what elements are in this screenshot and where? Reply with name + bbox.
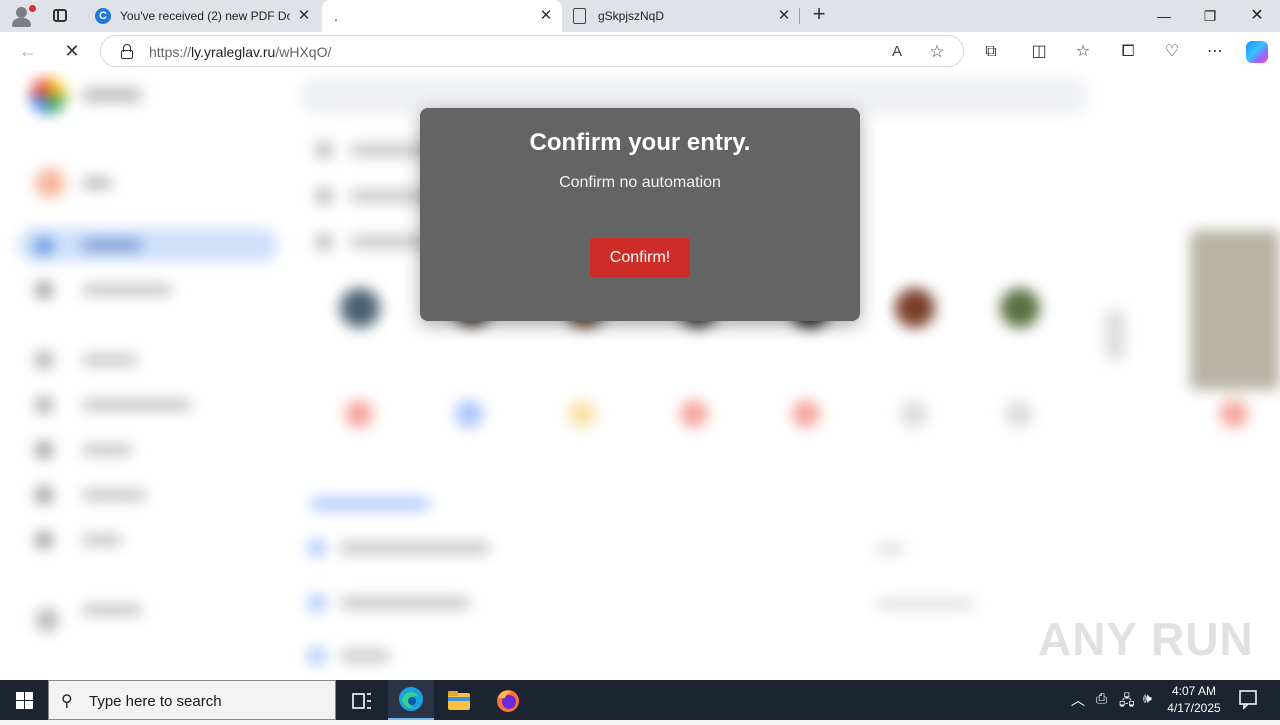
extensions-icon[interactable]: ⧉: [980, 41, 1002, 63]
close-tab-icon[interactable]: ✕: [776, 8, 792, 24]
favorites-icon[interactable]: ☆: [1072, 41, 1094, 63]
tab-title: .: [334, 8, 338, 24]
tab-active[interactable]: . ✕: [322, 0, 562, 32]
collections-icon[interactable]: ⧠: [1117, 41, 1139, 63]
edge-taskbar-icon[interactable]: [388, 680, 434, 720]
network-icon[interactable]: 🖧: [1119, 690, 1135, 714]
dialog-title: Confirm your entry.: [529, 129, 751, 156]
page-icon: [573, 8, 586, 24]
profile-icon[interactable]: [8, 3, 36, 29]
taskbar-search-box[interactable]: ⚲ Type here to search: [48, 680, 336, 720]
windows-logo-icon: [16, 692, 33, 709]
start-button[interactable]: [0, 680, 48, 720]
task-view-icon[interactable]: [340, 684, 384, 720]
browser-essentials-icon[interactable]: ♡: [1161, 41, 1183, 63]
firefox-icon[interactable]: [486, 684, 530, 720]
lock-icon[interactable]: [121, 44, 133, 59]
minimize-button[interactable]: —: [1152, 4, 1176, 28]
dialog-subtitle: Confirm no automation: [559, 174, 721, 191]
anyrun-watermark: ANY RUN: [1038, 613, 1254, 665]
notifications-icon[interactable]: [1234, 682, 1264, 718]
site-favicon-icon: C: [95, 8, 111, 24]
tab-divider: [799, 8, 800, 24]
meet-now-icon[interactable]: ⎙: [1096, 690, 1107, 707]
copilot-icon[interactable]: [1246, 41, 1268, 63]
tab-actions-icon[interactable]: [48, 5, 72, 27]
settings-more-icon[interactable]: ⋯: [1204, 41, 1226, 63]
confirm-button[interactable]: Confirm!: [590, 238, 690, 277]
restore-button[interactable]: ❐: [1198, 4, 1222, 28]
file-explorer-icon[interactable]: [437, 684, 481, 720]
clock-date: 4/17/2025: [1167, 701, 1221, 715]
close-tab-icon[interactable]: ✕: [296, 8, 312, 24]
stop-loading-button[interactable]: ✕: [60, 39, 84, 63]
back-button[interactable]: ←: [16, 39, 40, 63]
read-aloud-icon[interactable]: A: [887, 42, 907, 62]
browser-tab-strip: C You've received (2) new PDF Doc ✕ . ✕ …: [0, 0, 1280, 32]
show-hidden-icons-icon[interactable]: ︿: [1071, 690, 1085, 710]
tab-title: gSkpjszNqD: [598, 9, 665, 23]
tab-title: You've received (2) new PDF Doc: [120, 9, 290, 23]
browser-toolbar: ← ✕ https://ly.yraleglav.ru/wHXqO/ A ☆ ⧉…: [0, 32, 1280, 70]
windows-taskbar: ⚲ Type here to search ︿ ⎙ 🖧 🕪 4:07 AM 4/…: [0, 680, 1280, 720]
tab-pdf-document[interactable]: C You've received (2) new PDF Doc ✕: [84, 0, 320, 32]
url-text[interactable]: https://ly.yraleglav.ru/wHXqO/: [149, 44, 331, 60]
favorite-star-icon[interactable]: ☆: [927, 42, 947, 62]
tab-gskpjsznqd[interactable]: gSkpjszNqD ✕: [564, 0, 800, 32]
close-window-button[interactable]: ✕: [1245, 4, 1269, 28]
volume-icon[interactable]: 🕪: [1143, 690, 1152, 707]
close-tab-icon[interactable]: ✕: [538, 8, 554, 24]
search-placeholder: Type here to search: [89, 693, 222, 710]
clock-time: 4:07 AM: [1171, 684, 1217, 698]
search-icon: ⚲: [61, 693, 73, 710]
address-bar[interactable]: https://ly.yraleglav.ru/wHXqO/ A ☆: [100, 35, 964, 67]
captcha-confirm-dialog: Confirm your entry. Confirm no automatio…: [420, 108, 860, 321]
new-tab-button[interactable]: +: [808, 3, 830, 26]
system-clock[interactable]: 4:07 AM 4/17/2025: [1162, 683, 1226, 717]
split-screen-icon[interactable]: ◫: [1028, 41, 1050, 63]
